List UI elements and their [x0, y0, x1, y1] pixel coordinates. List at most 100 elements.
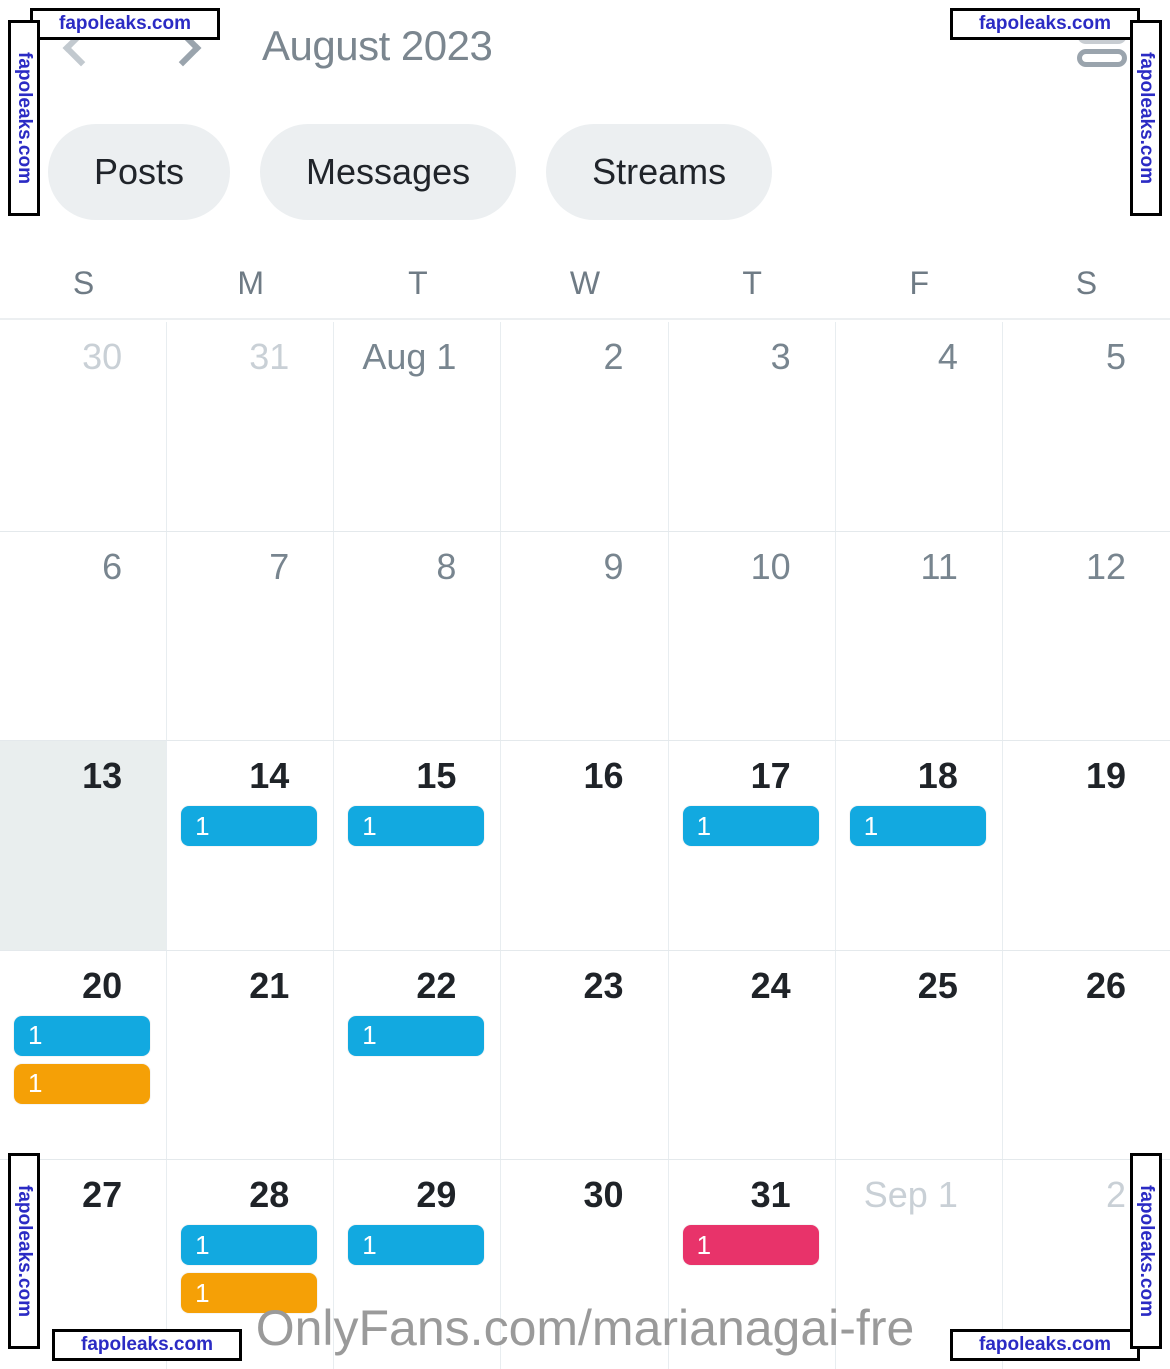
calendar-day-cell[interactable]: 2: [501, 322, 669, 531]
day-number: 5: [1105, 336, 1126, 377]
calendar-day-cell[interactable]: 12: [1003, 532, 1170, 741]
day-number: 31: [750, 1174, 791, 1216]
calendar-day-cell[interactable]: 15 1: [334, 741, 502, 950]
day-number: 2: [1105, 1174, 1126, 1216]
calendar-day-cell[interactable]: 31 1: [669, 1160, 836, 1369]
day-number: 27: [82, 1174, 123, 1216]
calendar-week-row: 6 7 8 9 10 11 12: [0, 531, 1170, 742]
event-pill-orange[interactable]: 1: [14, 1063, 151, 1104]
list-view-bar-top: [1077, 25, 1127, 44]
event-pill-blue[interactable]: 1: [849, 806, 986, 847]
day-number: 12: [1085, 545, 1126, 587]
calendar-day-cell[interactable]: 30: [0, 322, 168, 531]
weekday-label: M: [237, 264, 265, 301]
event-pill-blue[interactable]: 1: [348, 1225, 485, 1266]
day-number: 30: [583, 1174, 624, 1216]
calendar-day-cell[interactable]: 27: [0, 1160, 168, 1369]
day-events: 1: [334, 1015, 500, 1056]
calendar-week-row: 30 31 Aug 1 2 3 4 5: [0, 322, 1170, 532]
chevron-left-icon[interactable]: [56, 21, 106, 71]
day-number: 21: [249, 964, 290, 1006]
page-title: August 2023: [262, 22, 493, 69]
event-pill-blue[interactable]: 1: [14, 1015, 151, 1056]
day-number: 7: [269, 545, 290, 587]
calendar-day-cell[interactable]: 20 1 1: [0, 950, 168, 1160]
day-number: 24: [750, 964, 791, 1006]
weekday-label: T: [742, 264, 762, 301]
day-number: 29: [416, 1174, 457, 1216]
calendar-day-cell[interactable]: Sep 1: [836, 1160, 1003, 1369]
calendar-day-cell[interactable]: 22 1: [334, 950, 502, 1160]
day-number: 23: [583, 964, 624, 1006]
day-number: Aug 1: [362, 336, 457, 377]
day-number: Sep 1: [863, 1174, 958, 1216]
day-number: 6: [102, 545, 123, 587]
calendar-day-cell[interactable]: 5: [1003, 322, 1170, 531]
day-events: 1: [334, 806, 500, 847]
tab-posts[interactable]: Posts: [48, 124, 231, 220]
day-events: 1: [669, 1225, 835, 1266]
calendar-day-cell[interactable]: 4: [836, 322, 1003, 531]
tab-streams[interactable]: Streams: [546, 124, 773, 220]
weekday-header: S M T W T F S: [0, 248, 1170, 320]
day-number: 25: [917, 964, 958, 1006]
event-pill-blue[interactable]: 1: [348, 806, 485, 847]
day-number: 8: [436, 545, 457, 587]
chevron-right-icon[interactable]: [162, 21, 212, 71]
day-number: 3: [770, 336, 791, 377]
calendar-day-cell[interactable]: 28 1 1: [167, 1160, 335, 1369]
calendar-day-cell[interactable]: 2: [1003, 1160, 1170, 1369]
calendar-day-cell[interactable]: 18 1: [836, 741, 1003, 950]
list-view-icon[interactable]: [1070, 14, 1134, 78]
weekday-label: W: [569, 264, 601, 301]
calendar-day-cell[interactable]: 24: [669, 950, 836, 1160]
day-number: 20: [82, 964, 123, 1006]
calendar-day-cell[interactable]: 16: [501, 741, 669, 950]
event-pill-pink[interactable]: 1: [682, 1225, 819, 1266]
calendar-day-cell[interactable]: 21: [167, 950, 335, 1160]
calendar-day-cell[interactable]: 17 1: [669, 741, 836, 950]
calendar-day-cell[interactable]: 25: [836, 950, 1003, 1160]
month-navigation: [56, 21, 212, 71]
event-pill-blue[interactable]: 1: [348, 1015, 485, 1056]
calendar-day-cell[interactable]: 7: [167, 531, 335, 741]
calendar-day-cell[interactable]: 23: [501, 950, 669, 1160]
day-number: 14: [249, 755, 290, 797]
calendar-day-cell[interactable]: 9: [501, 531, 669, 741]
day-events: 11: [0, 1015, 166, 1104]
event-pill-blue[interactable]: 1: [682, 806, 819, 847]
weekday-label: T: [408, 264, 428, 301]
day-number: 13: [82, 755, 123, 797]
event-pill-blue[interactable]: 1: [181, 1225, 318, 1266]
calendar-header: August 2023: [0, 0, 1170, 92]
calendar-day-cell[interactable]: 30: [501, 1160, 669, 1369]
tab-messages[interactable]: Messages: [260, 124, 517, 220]
calendar-day-cell[interactable]: 10: [669, 531, 836, 741]
event-pill-orange[interactable]: 1: [181, 1273, 318, 1314]
day-number: 16: [583, 755, 624, 797]
calendar-day-cell[interactable]: 13: [0, 741, 168, 950]
calendar-day-cell[interactable]: 6: [0, 531, 168, 741]
day-number: 4: [937, 336, 958, 377]
weekday-label: S: [72, 264, 95, 301]
day-events: 1: [836, 806, 1002, 847]
event-pill-blue[interactable]: 1: [181, 806, 318, 847]
day-number: 31: [249, 336, 290, 377]
calendar-week-row: 13 14 1 15 1 16 17 1 18 1 19: [0, 741, 1170, 951]
calendar-day-cell[interactable]: 19: [1003, 741, 1170, 950]
calendar-day-cell[interactable]: 3: [669, 322, 836, 531]
calendar-day-cell[interactable]: 26: [1003, 951, 1170, 1160]
day-number: 11: [920, 545, 958, 587]
calendar-day-cell[interactable]: 29 1: [334, 1160, 502, 1369]
calendar-grid: 30 31 Aug 1 2 3 4 5 6 7 8 9 10 11 12 13 14 1 15 1 16 17 1 18 1 1…: [0, 322, 1170, 1369]
calendar-day-cell[interactable]: 31: [167, 322, 335, 531]
calendar-day-cell[interactable]: 8: [334, 531, 502, 741]
calendar-day-cell[interactable]: 11: [836, 531, 1003, 741]
calendar-day-cell[interactable]: Aug 1: [334, 322, 502, 531]
calendar-day-cell[interactable]: 14 1: [167, 741, 335, 950]
day-number: 22: [416, 964, 457, 1006]
day-events: 1: [167, 806, 333, 847]
day-number: 28: [249, 1174, 290, 1216]
list-view-bar-bottom: [1077, 48, 1127, 67]
day-events: 1: [334, 1225, 500, 1266]
